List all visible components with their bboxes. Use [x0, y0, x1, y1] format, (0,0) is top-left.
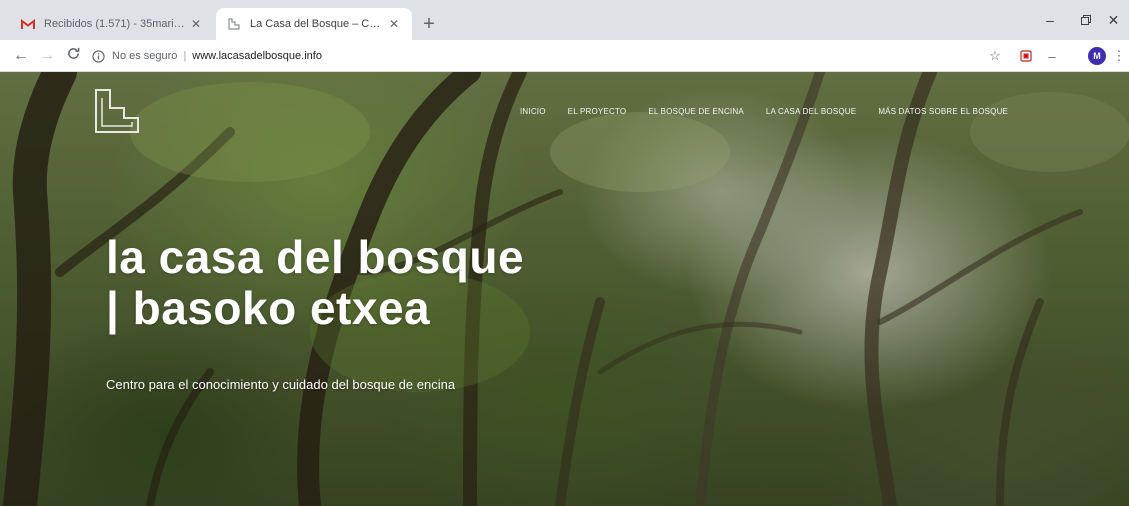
menu-dots-icon[interactable]: ⋮: [1112, 46, 1126, 66]
nav-mas-datos-sobre-el-bosque[interactable]: MÁS DATOS SOBRE EL BOSQUE: [878, 107, 1008, 116]
site-logo-icon: [226, 16, 242, 32]
page-title: la casa del bosque | basoko etxea: [106, 232, 524, 334]
info-icon[interactable]: [90, 48, 106, 64]
tab-title: Recibidos (1.571) - 35maribel@...: [44, 18, 188, 30]
tab-title: La Casa del Bosque – Centro pa...: [250, 18, 386, 30]
minimize-icon[interactable]: –: [1030, 8, 1070, 32]
extension-icon[interactable]: [1016, 46, 1036, 66]
nav-el-bosque-de-encina[interactable]: EL BOSQUE DE ENCINA: [648, 107, 744, 116]
tab-la-casa-del-bosque[interactable]: La Casa del Bosque – Centro pa... ✕: [216, 8, 412, 40]
bookmark-star-icon[interactable]: ☆: [985, 46, 1005, 66]
nav-inicio[interactable]: INICIO: [520, 107, 546, 116]
close-icon[interactable]: ✕: [386, 16, 402, 32]
site-logo[interactable]: [90, 88, 142, 136]
avatar[interactable]: M: [1088, 47, 1106, 65]
extension-dash-icon[interactable]: –: [1042, 46, 1062, 66]
back-icon[interactable]: ←: [10, 45, 32, 67]
close-window-icon[interactable]: ✕: [1098, 8, 1129, 32]
tab-gmail[interactable]: Recibidos (1.571) - 35maribel@... ✕: [10, 8, 214, 40]
browser-tab-strip: Recibidos (1.571) - 35maribel@... ✕ La C…: [0, 0, 1129, 40]
address-bar[interactable]: No es seguro | www.lacasadelbosque.info: [90, 43, 990, 69]
hero-section: INICIO EL PROYECTO EL BOSQUE DE ENCINA L…: [0, 72, 1129, 506]
divider: |: [183, 50, 187, 62]
security-label: No es seguro: [112, 50, 178, 62]
nav-el-proyecto[interactable]: EL PROYECTO: [568, 107, 627, 116]
forward-icon[interactable]: →: [36, 45, 58, 67]
main-navigation: INICIO EL PROYECTO EL BOSQUE DE ENCINA L…: [520, 107, 1008, 116]
nav-la-casa-del-bosque[interactable]: LA CASA DEL BOSQUE: [766, 107, 856, 116]
close-icon[interactable]: ✕: [188, 16, 204, 32]
gmail-icon: [20, 16, 36, 32]
headline-line-1: la casa del bosque: [106, 231, 525, 283]
url-text[interactable]: www.lacasadelbosque.info: [192, 50, 322, 62]
tagline: Centro para el conocimiento y cuidado de…: [106, 377, 456, 392]
new-tab-icon[interactable]: +: [418, 14, 440, 36]
browser-toolbar: ← → No es seguro | www.lacasadelbosque.i…: [0, 40, 1129, 72]
headline-line-2: | basoko etxea: [106, 282, 431, 334]
reload-icon[interactable]: [62, 45, 84, 67]
